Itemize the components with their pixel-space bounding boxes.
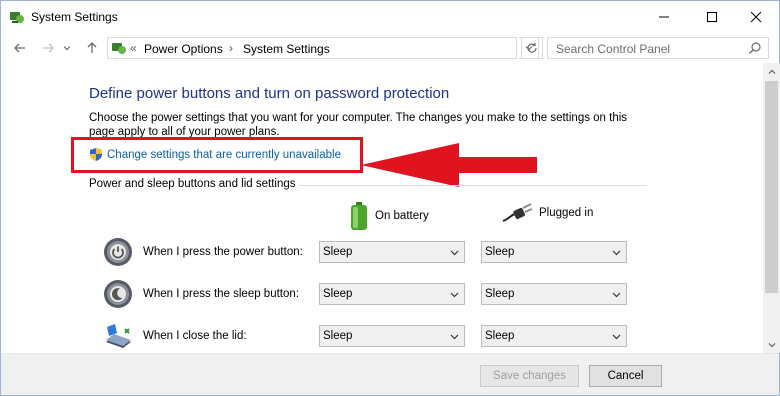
annotation-arrow-icon	[361, 143, 537, 187]
group-divider	[299, 185, 647, 186]
close-lid-plugged-select[interactable]: Sleep	[481, 325, 627, 347]
recent-locations-button[interactable]	[61, 39, 73, 57]
search-box[interactable]: Search Control Panel	[547, 37, 769, 59]
chevron-down-icon	[450, 334, 459, 340]
title-bar: System Settings	[1, 1, 779, 32]
forward-arrow-icon	[43, 43, 54, 53]
breadcrumb-system-settings[interactable]: System Settings	[243, 42, 330, 56]
change-settings-link[interactable]: Change settings that are currently unava…	[89, 147, 341, 162]
search-placeholder: Search Control Panel	[556, 42, 671, 56]
laptop-lid-icon	[106, 324, 131, 348]
setting-row-power-button: When I press the power button: Sleep Sle…	[103, 237, 663, 271]
setting-label: When I close the lid:	[143, 330, 247, 342]
refresh-button[interactable]	[521, 37, 543, 59]
back-arrow-icon	[14, 43, 25, 53]
chevron-up-icon	[768, 69, 775, 74]
close-icon	[750, 11, 762, 22]
vertical-scrollbar[interactable]	[763, 63, 780, 353]
scroll-up-button[interactable]	[763, 63, 780, 80]
page-heading: Define power buttons and turn on passwor…	[89, 85, 450, 102]
scroll-down-button[interactable]	[763, 336, 780, 353]
close-lid-battery-select[interactable]: Sleep	[319, 325, 465, 347]
sleep-button-battery-select[interactable]: Sleep	[319, 283, 465, 305]
select-value: Sleep	[485, 246, 515, 258]
save-changes-button[interactable]: Save changes	[480, 365, 579, 387]
main-content: Define power buttons and turn on passwor…	[1, 63, 763, 353]
uac-shield-icon	[90, 148, 102, 161]
address-bar[interactable]: « Power Options › System Settings	[107, 37, 517, 59]
up-button[interactable]	[83, 39, 101, 57]
breadcrumb-power-options[interactable]: Power Options	[144, 42, 223, 56]
minimize-button[interactable]	[641, 1, 687, 32]
breadcrumb-separator[interactable]: ›	[229, 41, 233, 55]
select-value: Sleep	[323, 288, 353, 300]
chevron-down-icon	[768, 342, 775, 347]
sleep-button-icon	[104, 280, 132, 308]
select-value: Sleep	[485, 288, 515, 300]
select-value: Sleep	[323, 246, 353, 258]
search-icon	[749, 42, 761, 54]
control-panel-icon	[112, 43, 126, 54]
setting-row-close-lid: When I close the lid: Sleep Sleep	[103, 321, 663, 353]
power-button-icon	[104, 238, 132, 266]
up-arrow-icon	[87, 42, 97, 53]
cancel-button[interactable]: Cancel	[589, 365, 662, 387]
refresh-icon	[527, 43, 537, 53]
breadcrumb-overflow[interactable]: «	[130, 41, 137, 55]
column-header-plugged: Plugged in	[501, 201, 593, 225]
chevron-down-icon	[63, 46, 71, 51]
chevron-down-icon	[450, 292, 459, 298]
scrollbar-thumb[interactable]	[765, 81, 778, 293]
power-button-plugged-select[interactable]: Sleep	[481, 241, 627, 263]
battery-icon	[351, 202, 367, 230]
chevron-down-icon	[612, 334, 621, 340]
setting-row-sleep-button: When I press the sleep button: Sleep Sle…	[103, 279, 663, 313]
select-value: Sleep	[485, 330, 515, 342]
select-value: Sleep	[323, 330, 353, 342]
chevron-down-icon	[450, 250, 459, 256]
chevron-down-icon	[612, 250, 621, 256]
maximize-button[interactable]	[689, 1, 735, 32]
system-settings-window: System Settings « Power Options › System…	[0, 0, 780, 396]
close-button[interactable]	[733, 1, 779, 32]
dialog-footer: Save changes Cancel	[1, 353, 779, 395]
setting-label: When I press the power button:	[143, 246, 303, 258]
power-button-battery-select[interactable]: Sleep	[319, 241, 465, 263]
column-header-battery: On battery	[349, 201, 429, 231]
sleep-button-plugged-select[interactable]: Sleep	[481, 283, 627, 305]
column-header-battery-label: On battery	[375, 210, 429, 222]
column-header-plugged-label: Plugged in	[539, 207, 594, 219]
maximize-icon	[707, 11, 717, 22]
change-settings-link-label[interactable]: Change settings that are currently unava…	[107, 149, 341, 161]
chevron-down-icon	[612, 292, 621, 298]
control-panel-icon	[10, 12, 24, 23]
forward-button[interactable]	[39, 39, 57, 57]
window-title: System Settings	[31, 10, 118, 24]
back-button[interactable]	[11, 39, 29, 57]
power-plug-icon	[502, 203, 533, 222]
navigation-bar: « Power Options › System Settings Search…	[1, 34, 779, 62]
setting-label: When I press the sleep button:	[143, 288, 299, 300]
page-description: Choose the power settings that you want …	[89, 112, 628, 138]
group-title: Power and sleep buttons and lid settings	[89, 178, 300, 190]
minimize-icon	[659, 16, 669, 17]
